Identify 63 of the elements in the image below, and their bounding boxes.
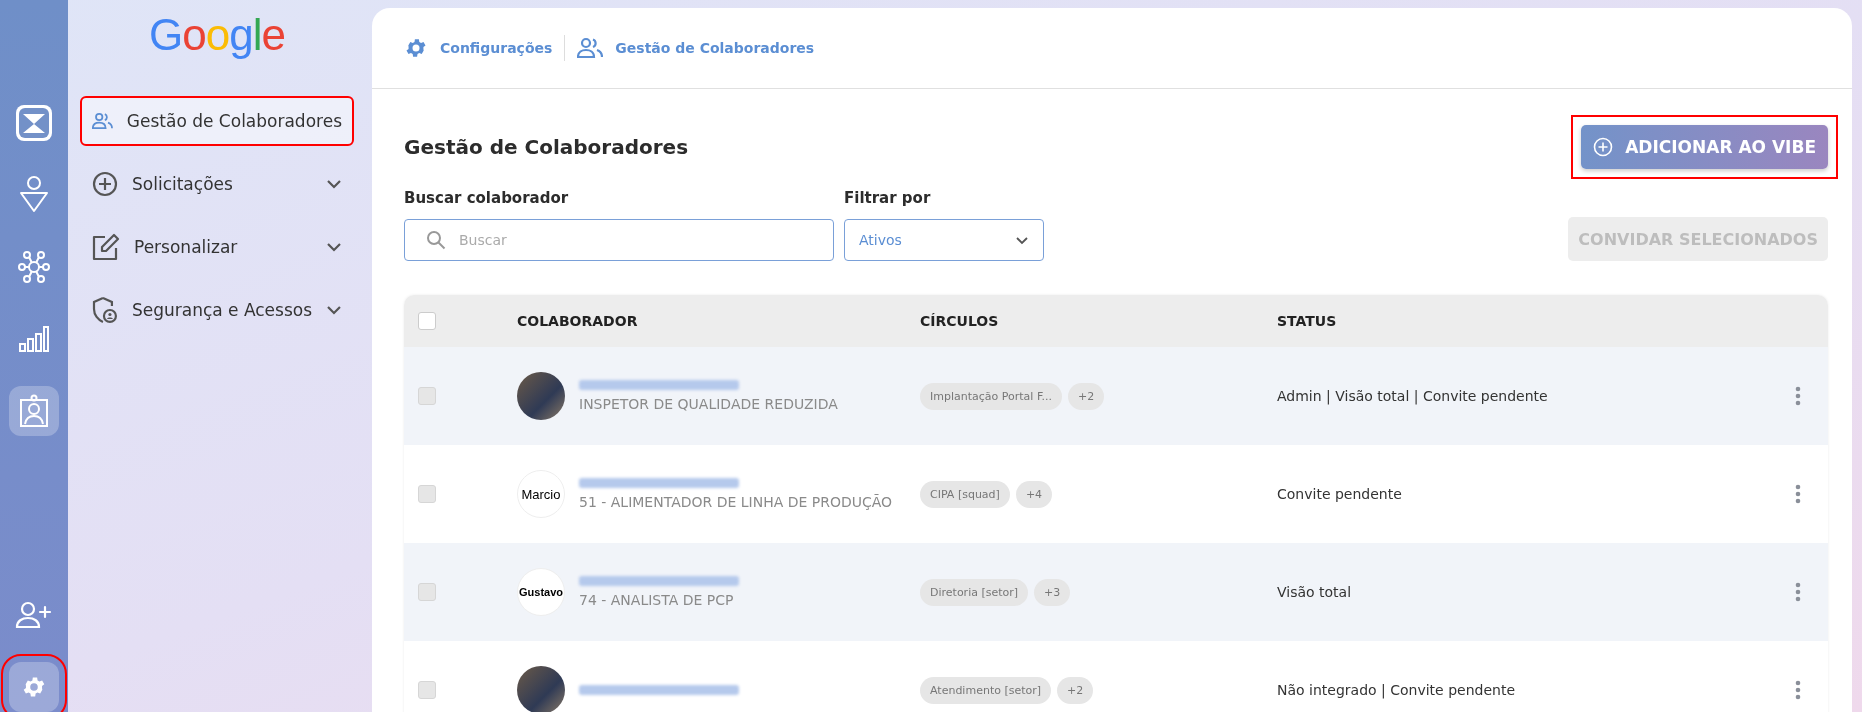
job-title: 74 - ANALISTA DE PCP [579,592,735,608]
breadcrumb-link[interactable]: Gestão de Colaboradores [577,37,815,59]
circle-tag: CIPA [squad] [920,480,1010,508]
field-label: Buscar colaborador [404,189,570,207]
status-text: Admin | Visão total | Convite pendente [1277,388,1549,404]
checkbox[interactable] [418,312,436,330]
id-badge-icon[interactable] [19,394,49,428]
settings-icon [404,36,428,60]
sidebar-item[interactable]: Personalizar [82,224,352,270]
shield-user-icon [92,296,118,324]
chevron-down-icon [326,305,342,315]
avatar: Marcio [517,470,565,518]
status-text: Convite pendente [1277,486,1403,502]
network-icon[interactable] [16,249,52,285]
circle-tag: +4 [1015,480,1053,508]
rail-button[interactable] [9,386,59,436]
bar-chart-icon[interactable] [18,325,50,353]
settings-icon[interactable] [21,674,47,700]
circle-tag: +3 [1034,578,1071,606]
photo-placeholder [517,372,565,420]
add-button[interactable]: ADICIONAR AO VIBE [1581,125,1828,169]
more-options-icon[interactable] [1795,680,1801,700]
column-header: COLABORADOR [517,313,639,329]
circle-tag: Implantação Portal F... [920,382,1062,410]
field-label: Filtrar por [844,189,932,207]
column-header: CÍRCULOS [920,313,1000,329]
plus-circle-icon [1593,137,1614,157]
chevron-down-icon [326,179,342,189]
ai-person-icon[interactable] [18,175,50,215]
sidebar-item[interactable]: Gestão de Colaboradores [82,98,352,144]
status-text: Não integrado | Convite pendente [1277,682,1516,698]
job-title: INSPETOR DE QUALIDADE REDUZIDA [579,396,838,412]
people-icon [92,110,113,132]
chevron-down-icon [1015,235,1029,245]
photo-placeholder [517,666,565,712]
circle-tag: Atendimento [setor] [920,676,1052,704]
more-options-icon[interactable] [1795,582,1801,602]
circle-tag: Diretoria [setor] [920,578,1029,606]
status-text: Visão total [1277,584,1353,600]
filter-dropdown[interactable]: Ativos [844,219,1044,261]
plus-circle-icon [92,171,118,197]
breadcrumb-link[interactable]: Configurações [404,36,553,60]
avatar: Gustavo [517,568,565,616]
checkbox[interactable] [418,681,436,699]
chevron-down-icon [326,242,342,252]
more-options-icon[interactable] [1795,386,1801,406]
google-logo: Google [148,10,286,60]
more-options-icon[interactable] [1795,484,1801,504]
column-header: STATUS [1277,313,1338,329]
edit-icon [92,233,120,261]
sidebar-item[interactable]: Segurança e Acessos [82,287,352,333]
search-icon [426,230,446,250]
sidebar-item[interactable]: Solicitações [82,161,352,207]
checkbox[interactable] [418,387,436,405]
checkbox[interactable] [418,583,436,601]
search-field[interactable]: Buscar [404,219,834,261]
checkbox[interactable] [418,485,436,503]
circle-tag: +2 [1067,382,1105,410]
page-title: Gestão de Colaboradores [404,135,689,159]
circle-tag: +2 [1057,676,1094,704]
add-user-icon[interactable] [15,601,53,629]
job-title: 51 - ALIMENTADOR DE LINHA DE PRODUÇÃO [579,494,893,510]
people-icon [577,37,604,59]
